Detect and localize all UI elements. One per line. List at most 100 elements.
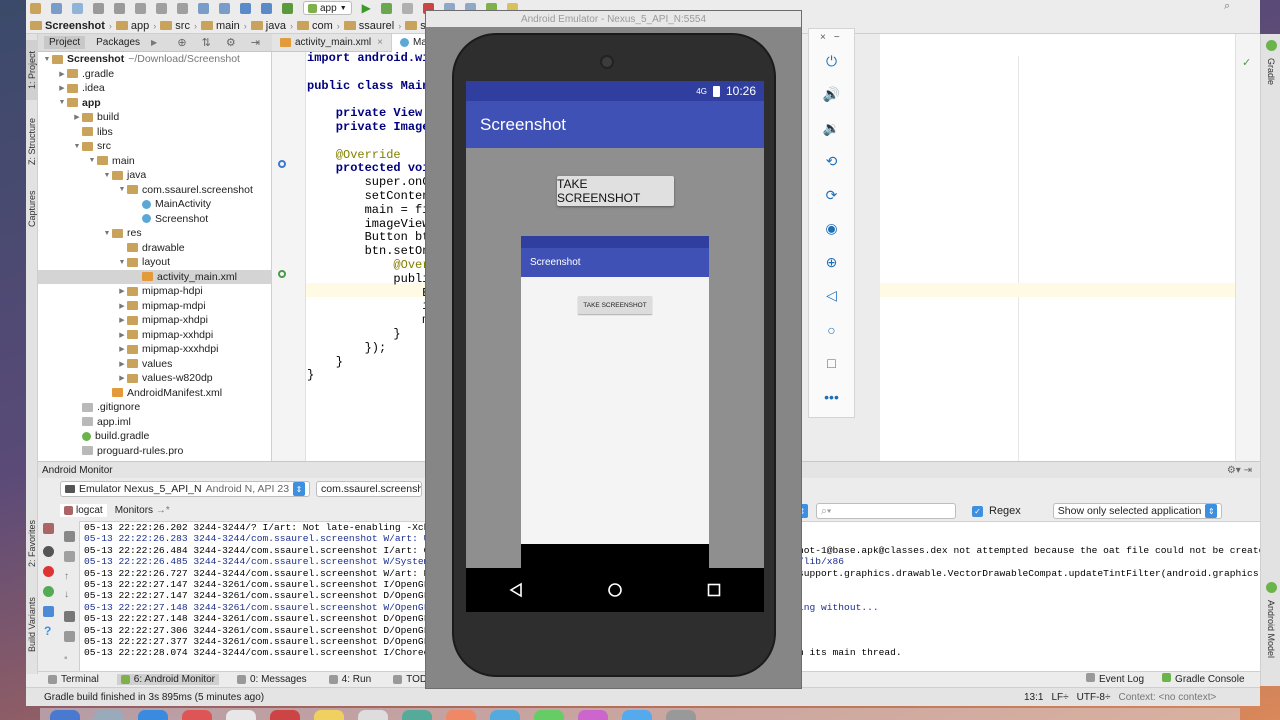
tree-item[interactable]: ▶ mipmap-xxhdpi — [38, 328, 271, 343]
panel-settings-icon[interactable]: ⊕ ⇅ ⚙ ⇥ — [177, 36, 266, 49]
tree-item[interactable]: drawable — [38, 241, 271, 256]
volume-down-icon[interactable]: 🔉 — [823, 120, 840, 137]
tab-logcat[interactable]: logcat — [60, 503, 107, 517]
capture-icon[interactable] — [43, 523, 54, 534]
collapsed-arrow-icon[interactable]: ▶ — [72, 113, 82, 121]
tab-monitors[interactable]: Monitors →* — [115, 505, 170, 516]
device-select[interactable]: Emulator Nexus_5_API_N Android N, API 23… — [60, 481, 311, 497]
run-icon[interactable]: ▶ — [362, 1, 371, 15]
overview-icon[interactable] — [706, 582, 722, 598]
layout-icon[interactable]: ▪ — [64, 653, 75, 664]
maps-icon[interactable] — [402, 710, 432, 720]
search-input[interactable]: ⌕▾ — [816, 503, 956, 519]
expanded-arrow-icon[interactable]: ▼ — [87, 157, 97, 164]
power-icon[interactable]: ⏻ — [823, 53, 840, 70]
tab-favorites[interactable]: 2: Favorites — [26, 512, 38, 574]
process-select[interactable]: com.ssaurel.screenshot — [316, 481, 423, 497]
camera-icon[interactable] — [43, 546, 54, 557]
tab-activity-main-xml[interactable]: activity_main.xml × — [272, 33, 392, 52]
breadcrumb-item[interactable]: java — [250, 20, 286, 32]
find-icon[interactable] — [198, 2, 209, 14]
facetime-icon[interactable] — [534, 710, 564, 720]
expanded-arrow-icon[interactable]: ▼ — [102, 230, 112, 237]
rotate-right-icon[interactable]: ⟳ — [823, 187, 840, 204]
settings-gear-icon[interactable]: ⚙▾ ⇥ — [1227, 465, 1252, 476]
event-log-button[interactable]: Event Log — [1086, 673, 1144, 685]
zoom-icon[interactable]: ⊕ — [823, 254, 840, 271]
itunes-icon[interactable] — [578, 710, 608, 720]
replace-icon[interactable] — [219, 2, 230, 14]
breadcrumb-item[interactable]: com — [296, 20, 333, 32]
collapsed-arrow-icon[interactable]: ▶ — [57, 70, 67, 78]
undo-icon[interactable] — [93, 2, 104, 14]
tree-item[interactable]: ▼ main — [38, 154, 271, 169]
regex-checkbox[interactable]: ✓ Regex — [972, 505, 1021, 517]
arrow-down-icon[interactable]: ↓ — [64, 589, 75, 600]
arrow-up-icon[interactable]: ↑ — [64, 571, 75, 582]
launchpad-icon[interactable] — [94, 710, 124, 720]
tree-item[interactable]: app.iml — [38, 415, 271, 430]
tree-item[interactable]: ▼ Screenshot ~/Download/Screenshot — [38, 52, 271, 67]
tab-structure[interactable]: Z: Structure — [26, 106, 38, 176]
copy-icon[interactable] — [156, 2, 167, 14]
reminders-icon[interactable] — [358, 710, 388, 720]
tree-item[interactable]: libs — [38, 125, 271, 140]
chevron-right-icon[interactable]: ▶ — [151, 38, 157, 47]
tool-window-button[interactable]: 6: Android Monitor — [116, 674, 219, 685]
tree-item[interactable]: ▶ mipmap-xxxhdpi — [38, 342, 271, 357]
tree-item[interactable]: ▶ mipmap-mdpi — [38, 299, 271, 314]
open-folder-icon[interactable] — [30, 2, 41, 14]
tool-window-button[interactable]: Terminal — [44, 674, 103, 685]
app-store-icon[interactable] — [622, 710, 652, 720]
file-encoding[interactable]: UTF-8÷ — [1077, 692, 1111, 703]
breadcrumb-item[interactable]: ssaurel — [343, 20, 394, 32]
tree-item[interactable]: activity_main.xml — [38, 269, 271, 284]
run-config-select[interactable]: app ▼ — [303, 1, 352, 15]
collapsed-arrow-icon[interactable]: ▶ — [117, 360, 127, 368]
take-screenshot-button[interactable]: TAKE SCREENSHOT — [557, 176, 674, 206]
tab-project-view[interactable]: Project — [44, 36, 86, 49]
tab-packages-view[interactable]: Packages — [91, 36, 145, 49]
back-icon[interactable] — [508, 582, 524, 598]
rotate-left-icon[interactable]: ⟲ — [823, 153, 840, 170]
tree-item[interactable]: proguard-rules.pro — [38, 444, 271, 459]
device-screen[interactable]: 4G 10:26 Screenshot TAKE SCREENSHOT Scre… — [466, 81, 764, 612]
override-marker-icon[interactable] — [278, 160, 286, 168]
breadcrumb-item[interactable]: Screenshot — [30, 20, 105, 32]
paste-icon[interactable] — [177, 2, 188, 14]
scroll-end-icon[interactable] — [64, 551, 75, 562]
breadcrumb-item[interactable]: main — [200, 20, 240, 32]
editor-scrollbar[interactable]: ✓ — [1235, 34, 1260, 461]
redo-icon[interactable] — [114, 2, 125, 14]
collapsed-arrow-icon[interactable]: ▶ — [57, 84, 67, 92]
tree-item[interactable]: .gitignore — [38, 400, 271, 415]
volume-up-icon[interactable]: 🔊 — [823, 86, 840, 103]
attach-debugger-icon[interactable] — [401, 2, 413, 14]
expanded-arrow-icon[interactable]: ▼ — [72, 143, 82, 150]
print-icon[interactable] — [64, 611, 75, 622]
finder-icon[interactable] — [50, 710, 80, 720]
tree-item[interactable]: ▼ java — [38, 168, 271, 183]
overview-icon[interactable]: □ — [823, 354, 840, 371]
contacts-icon[interactable] — [226, 710, 256, 720]
restart-icon[interactable] — [64, 631, 75, 642]
tab-captures[interactable]: Captures — [26, 184, 38, 234]
debug-icon[interactable] — [380, 2, 392, 14]
gradle-console-button[interactable]: Gradle Console — [1162, 673, 1245, 685]
tool-window-button[interactable]: 4: Run — [325, 674, 375, 685]
more-icon[interactable]: ••• — [823, 388, 840, 405]
save-icon[interactable] — [51, 2, 62, 14]
editor-right-area[interactable] — [880, 34, 1260, 461]
tab-project[interactable]: 1: Project — [26, 40, 38, 100]
terminate-icon[interactable] — [43, 566, 54, 577]
chrome-icon[interactable] — [182, 710, 212, 720]
filter-select[interactable]: Show only selected application ⇕ — [1052, 503, 1223, 519]
sync-icon[interactable] — [72, 2, 83, 14]
implement-marker-icon[interactable] — [278, 270, 286, 278]
home-icon[interactable] — [607, 582, 623, 598]
messages-icon[interactable] — [490, 710, 520, 720]
android-debug-icon[interactable] — [43, 586, 54, 597]
tree-item[interactable]: MainActivity — [38, 197, 271, 212]
clear-log-icon[interactable] — [64, 531, 75, 542]
tree-item[interactable]: ▶ mipmap-xhdpi — [38, 313, 271, 328]
